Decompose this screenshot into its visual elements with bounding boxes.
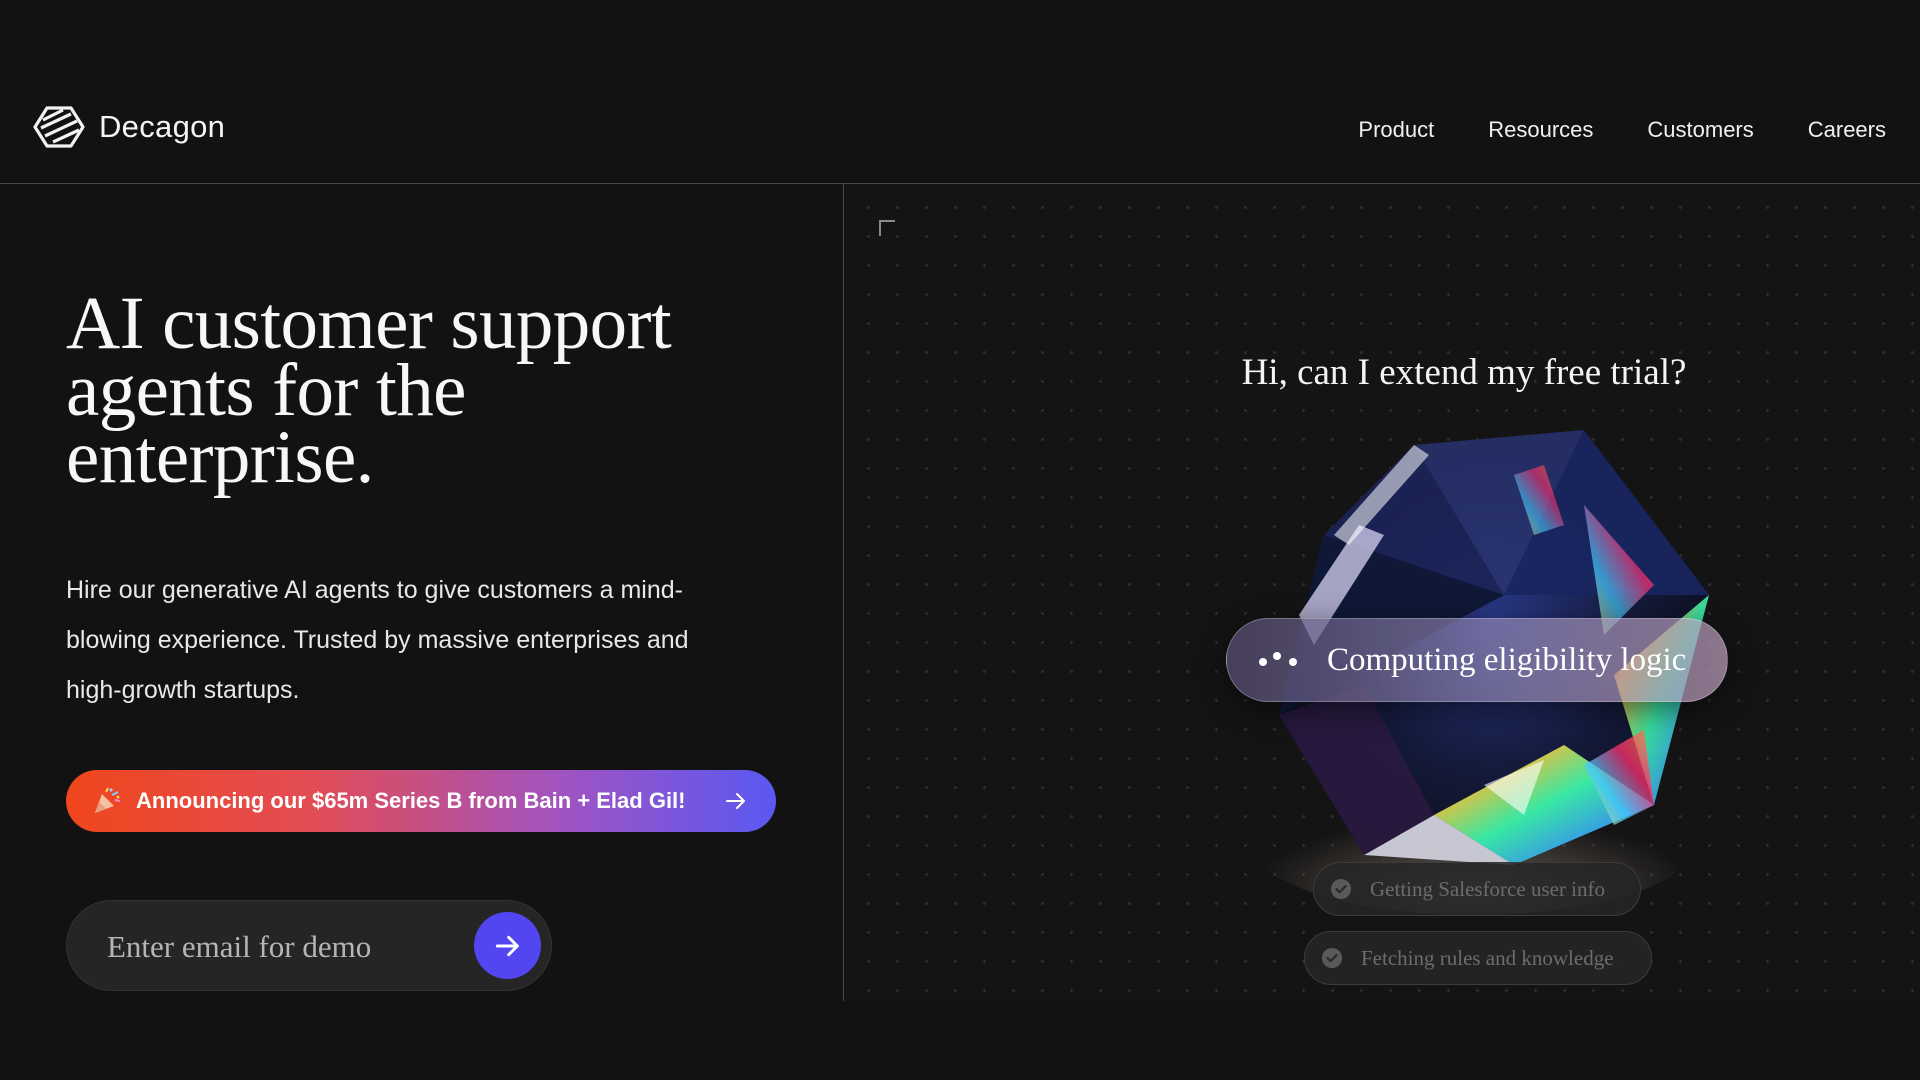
decagon-logo-icon (33, 106, 85, 148)
brand-logo-link[interactable]: Decagon (33, 105, 225, 149)
status-step-1: Getting Salesforce user info (1313, 862, 1641, 916)
hero-title: AI customer support agents for the enter… (66, 282, 672, 499)
corner-bracket (879, 220, 895, 236)
announcement-banner-link[interactable]: Announcing our $65m Series B from Bain +… (66, 770, 776, 832)
announcement-text: Announcing our $65m Series B from Bain +… (136, 788, 686, 813)
site-header: Decagon Product Resources Customers Care… (0, 95, 1920, 184)
loading-dots-icon (1259, 652, 1297, 666)
main-nav: Product Resources Customers Careers (1358, 117, 1886, 143)
nav-item-resources[interactable]: Resources (1488, 117, 1593, 143)
nav-item-customers[interactable]: Customers (1647, 117, 1753, 143)
check-circle-icon (1322, 948, 1342, 968)
chat-question: Hi, can I extend my free trial? (1241, 352, 1687, 393)
status-step-label: Fetching rules and knowledge (1361, 945, 1614, 970)
arrow-right-icon (726, 793, 745, 809)
nav-item-product[interactable]: Product (1358, 117, 1434, 143)
computing-status-pill: Computing eligibility logic (1226, 618, 1728, 702)
email-input[interactable] (105, 919, 425, 974)
party-popper-icon (95, 787, 121, 813)
demo-email-form (66, 900, 552, 991)
status-step-2: Fetching rules and knowledge (1304, 931, 1652, 985)
status-step-label: Getting Salesforce user info (1370, 876, 1606, 901)
hero-description: Hire our generative AI agents to give cu… (66, 576, 689, 704)
brand-name: Decagon (99, 109, 226, 144)
page: Decagon Product Resources Customers Care… (0, 0, 1920, 1080)
demo-panel: Hi, can I extend my free trial? Computin… (844, 185, 1920, 1000)
computing-label: Computing eligibility logic (1327, 641, 1687, 678)
arrow-right-icon (495, 935, 519, 956)
nav-item-careers[interactable]: Careers (1808, 117, 1886, 143)
email-submit-button[interactable] (474, 912, 541, 979)
check-circle-icon (1331, 879, 1351, 899)
